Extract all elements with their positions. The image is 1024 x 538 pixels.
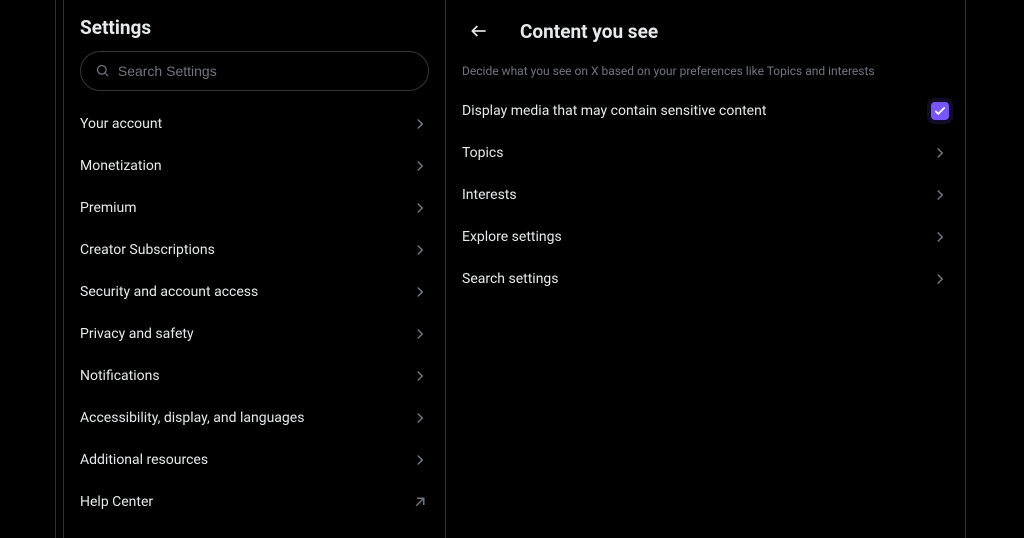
row-label: Topics bbox=[462, 145, 503, 161]
chevron-right-icon bbox=[411, 199, 429, 217]
sidebar-item-label: Help Center bbox=[80, 494, 153, 510]
right-gutter bbox=[966, 0, 1024, 538]
chevron-right-icon bbox=[931, 228, 949, 246]
chevron-right-icon bbox=[411, 325, 429, 343]
chevron-right-icon bbox=[931, 270, 949, 288]
chevron-right-icon bbox=[411, 367, 429, 385]
chevron-right-icon bbox=[411, 283, 429, 301]
content-subtitle: Decide what you see on X based on your p… bbox=[446, 60, 965, 90]
sidebar-item-notifications[interactable]: Notifications bbox=[64, 355, 445, 397]
content-panel: Content you see Decide what you see on X… bbox=[446, 0, 966, 538]
sidebar-item-label: Creator Subscriptions bbox=[80, 242, 215, 258]
row-explore-settings[interactable]: Explore settings bbox=[446, 216, 965, 258]
sidebar-item-label: Additional resources bbox=[80, 452, 208, 468]
sidebar-item-help-center[interactable]: Help Center bbox=[64, 481, 445, 523]
content-title: Content you see bbox=[520, 20, 658, 43]
sidebar-item-label: Monetization bbox=[80, 158, 162, 174]
search-wrap bbox=[64, 51, 445, 103]
sidebar-item-label: Security and account access bbox=[80, 284, 258, 300]
row-search-settings[interactable]: Search settings bbox=[446, 258, 965, 300]
row-label: Explore settings bbox=[462, 229, 562, 245]
sidebar-item-label: Accessibility, display, and languages bbox=[80, 410, 304, 426]
sidebar-item-premium[interactable]: Premium bbox=[64, 187, 445, 229]
sidebar-item-accessibility-display-languages[interactable]: Accessibility, display, and languages bbox=[64, 397, 445, 439]
row-label: Display media that may contain sensitive… bbox=[462, 103, 766, 119]
sidebar-item-label: Your account bbox=[80, 116, 162, 132]
row-interests[interactable]: Interests bbox=[446, 174, 965, 216]
row-topics[interactable]: Topics bbox=[446, 132, 965, 174]
search-settings-input[interactable] bbox=[118, 63, 414, 79]
sidebar-item-label: Premium bbox=[80, 200, 137, 216]
settings-panel: Settings Your account Monetization Premi… bbox=[64, 0, 446, 538]
chevron-right-icon bbox=[411, 241, 429, 259]
row-sensitive-content-toggle[interactable]: Display media that may contain sensitive… bbox=[446, 90, 965, 132]
sidebar-item-monetization[interactable]: Monetization bbox=[64, 145, 445, 187]
divider-rail bbox=[56, 0, 64, 538]
chevron-right-icon bbox=[411, 115, 429, 133]
chevron-right-icon bbox=[411, 409, 429, 427]
back-button[interactable] bbox=[462, 14, 496, 48]
left-gutter bbox=[0, 0, 56, 538]
chevron-right-icon bbox=[411, 451, 429, 469]
sidebar-item-your-account[interactable]: Your account bbox=[64, 103, 445, 145]
sidebar-item-label: Notifications bbox=[80, 368, 160, 384]
search-icon bbox=[95, 63, 110, 79]
sidebar-item-creator-subscriptions[interactable]: Creator Subscriptions bbox=[64, 229, 445, 271]
external-link-icon bbox=[411, 493, 429, 511]
row-label: Search settings bbox=[462, 271, 559, 287]
sidebar-item-label: Privacy and safety bbox=[80, 326, 194, 342]
search-settings-input-wrap[interactable] bbox=[80, 51, 429, 91]
chevron-right-icon bbox=[931, 186, 949, 204]
chevron-right-icon bbox=[411, 157, 429, 175]
sidebar-item-additional-resources[interactable]: Additional resources bbox=[64, 439, 445, 481]
sidebar-item-privacy-safety[interactable]: Privacy and safety bbox=[64, 313, 445, 355]
content-header: Content you see bbox=[446, 10, 965, 60]
arrow-left-icon bbox=[469, 21, 489, 41]
chevron-right-icon bbox=[931, 144, 949, 162]
settings-title: Settings bbox=[64, 10, 445, 51]
sidebar-item-security-account-access[interactable]: Security and account access bbox=[64, 271, 445, 313]
row-label: Interests bbox=[462, 187, 517, 203]
checkbox-checked-icon[interactable] bbox=[931, 102, 949, 120]
